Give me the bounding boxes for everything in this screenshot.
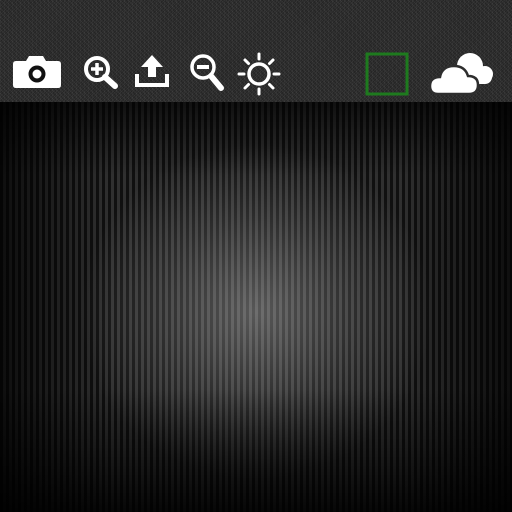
app-screen (0, 0, 512, 512)
zoom-out-button[interactable] (188, 52, 226, 92)
upload-button[interactable] (134, 53, 170, 89)
upload-icon (135, 55, 169, 87)
cloud-icon (428, 53, 493, 96)
zoom-in-button[interactable] (83, 55, 119, 89)
frame-toggle-icon (365, 52, 409, 96)
night-mode-button[interactable] (302, 52, 344, 94)
brightness-icon (237, 52, 281, 96)
night-mode-icon (310, 54, 342, 90)
brightness-button[interactable] (236, 52, 282, 96)
toolbar (0, 0, 512, 102)
camera-viewport[interactable] (0, 102, 512, 512)
camera-button[interactable] (12, 55, 62, 89)
frame-toggle-button[interactable] (365, 52, 409, 96)
zoom-out-icon (190, 54, 224, 91)
camera-icon (13, 56, 61, 88)
cloud-button[interactable] (428, 50, 496, 96)
zoom-in-icon (84, 56, 118, 89)
